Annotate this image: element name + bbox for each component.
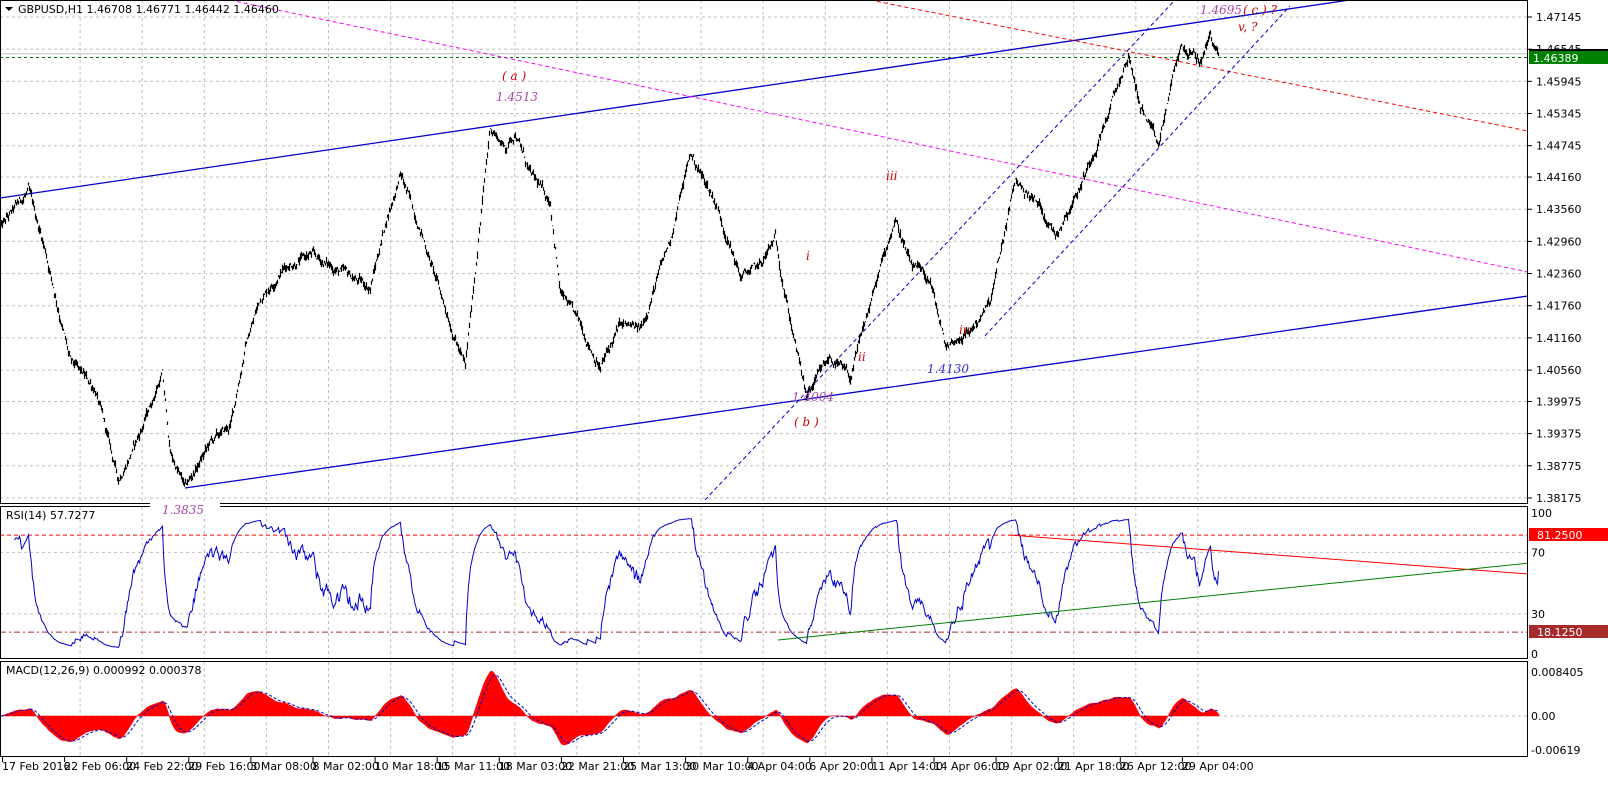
- macd-pane: [0, 670, 1220, 746]
- wave-label-v[interactable]: v, ?: [1238, 20, 1258, 34]
- price-label-1-4695[interactable]: 1.4695: [1200, 3, 1242, 17]
- wave-channel-lower-line: [984, 5, 1291, 337]
- macd-histogram: [0, 670, 1220, 746]
- y-tick-label: 1.42360: [1536, 268, 1582, 281]
- x-tick-label: 14 Apr 06:00: [934, 760, 1006, 773]
- wave-channel-upper-line: [704, 0, 1176, 501]
- y-tick-label: 1.45345: [1536, 108, 1582, 121]
- y-tick-label: 1.42960: [1536, 235, 1582, 248]
- y-tick-label: 1.43560: [1536, 203, 1582, 216]
- price-label-1-3835[interactable]: 1.3835: [162, 503, 204, 517]
- macd-tick-label: 0.00: [1531, 710, 1556, 723]
- x-tick-label: 11 Apr 14:00: [871, 760, 943, 773]
- wave-label-iii[interactable]: iii: [886, 169, 898, 183]
- wave-label-a[interactable]: ( a ): [502, 69, 526, 83]
- y-tick-label: 1.40560: [1536, 364, 1582, 377]
- price-label-1-4004[interactable]: 1.4004: [792, 390, 834, 404]
- macd-pane-border: [0, 661, 1528, 757]
- y-tick-label: 1.45945: [1536, 75, 1582, 88]
- rsi-lower-label: 18.1250: [1537, 626, 1583, 639]
- macd-tick-label: 0.008405: [1531, 666, 1584, 679]
- x-tick-label: 6 Apr 20:00: [809, 760, 874, 773]
- chart-window[interactable]: 17 Feb 201622 Feb 06:0024 Feb 22:0029 Fe…: [0, 0, 1608, 795]
- price-bars: [0, 30, 1220, 487]
- price-label-1-4513[interactable]: 1.4513: [496, 90, 538, 104]
- rsi-header: RSI(14) 57.7277: [6, 509, 95, 522]
- wave-label-i[interactable]: i: [806, 249, 810, 263]
- symbol-header: GBPUSD,H1 1.46708 1.46771 1.46442 1.4646…: [18, 3, 279, 16]
- grid: [0, 0, 1528, 757]
- y-tick-label: 1.41160: [1536, 332, 1582, 345]
- macd-header: MACD(12,26,9) 0.000992 0.000378: [6, 664, 202, 677]
- level-price-label: 1.46389: [1533, 52, 1579, 65]
- rsi-upper-label: 81.2500: [1537, 529, 1583, 542]
- x-tick-label: 4 Apr 04:00: [747, 760, 812, 773]
- rsi-pane: [0, 518, 1529, 648]
- y-tick-label: 1.47145: [1536, 11, 1582, 24]
- x-tick-label: 26 Apr 12:00: [1120, 760, 1192, 773]
- x-tick-label: 21 Apr 18:00: [1058, 760, 1130, 773]
- x-tick-label: 8 Mar 02:00: [313, 760, 379, 773]
- rsi-line: [14, 518, 1219, 648]
- rsi-tick-label: 70: [1531, 546, 1545, 559]
- y-tick-label: 1.44160: [1536, 171, 1582, 184]
- lower-channel-line: [184, 295, 1529, 489]
- rsi-tick-label: 100: [1531, 507, 1552, 520]
- rsi-trendline: [777, 562, 1529, 641]
- x-tick-label: 19 Apr 02:00: [996, 760, 1068, 773]
- y-tick-label: 1.38175: [1536, 492, 1582, 505]
- x-tick-label: 29 Apr 04:00: [1182, 760, 1254, 773]
- upper-channel-line: [0, 0, 1355, 199]
- rsi-tick-label: 30: [1531, 608, 1545, 621]
- wave-label-b[interactable]: ( b ): [794, 415, 819, 429]
- rsi-trendline: [1009, 534, 1529, 575]
- rsi-pane-border: [0, 506, 1528, 659]
- rsi-tick-label: 0: [1531, 648, 1538, 661]
- wave-label-c[interactable]: ( c ) ?: [1243, 3, 1278, 17]
- x-tick-label: 17 Feb 2016: [2, 760, 70, 773]
- price-label-1-4130[interactable]: 1.4130: [927, 362, 969, 376]
- y-tick-label: 1.44745: [1536, 140, 1582, 153]
- x-tick-label: 3 Mar 08:00: [250, 760, 316, 773]
- y-tick-label: 1.39975: [1536, 395, 1582, 408]
- wave-label-ii[interactable]: ii: [858, 350, 866, 364]
- y-tick-label: 1.39375: [1536, 428, 1582, 441]
- macd-tick-label: -0.00619: [1531, 744, 1580, 757]
- wave-label-iv[interactable]: iv: [959, 323, 970, 337]
- y-tick-label: 1.41760: [1536, 300, 1582, 313]
- y-tick-label: 1.38775: [1536, 460, 1582, 473]
- collapse-triangle-icon[interactable]: [5, 7, 13, 11]
